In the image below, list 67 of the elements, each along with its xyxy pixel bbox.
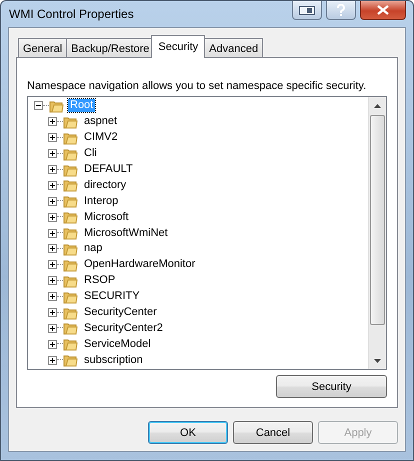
help-icon — [336, 4, 346, 16]
folder-icon — [63, 258, 78, 272]
scroll-up-icon[interactable] — [374, 104, 381, 108]
expand-icon[interactable] — [48, 228, 57, 238]
dialog-button[interactable]: OK — [148, 421, 228, 444]
folder-icon — [63, 353, 78, 368]
scrollbar[interactable] — [368, 97, 386, 369]
tree-item[interactable]: OpenHardwareMonitor — [82, 258, 198, 272]
tree-item[interactable]: SECURITY — [82, 290, 142, 304]
expand-icon[interactable] — [48, 324, 57, 333]
folder-icon — [63, 210, 78, 224]
expand-icon[interactable] — [48, 260, 57, 270]
expand-icon[interactable] — [48, 212, 57, 222]
tree-item[interactable]: Interop — [82, 194, 120, 208]
tree-item[interactable]: SecurityCenter2 — [82, 322, 165, 335]
collapse-icon[interactable] — [34, 101, 43, 110]
expand-icon[interactable] — [48, 244, 57, 254]
folder-icon — [63, 321, 78, 336]
close-icon — [377, 5, 389, 15]
tree-item[interactable]: nap — [82, 242, 104, 256]
tree-item[interactable]: directory — [82, 178, 128, 192]
tree-item[interactable]: MicrosoftWmiNet — [82, 226, 170, 240]
folder-icon — [63, 274, 78, 288]
tree-item[interactable]: subscription — [82, 354, 145, 367]
tab[interactable]: General — [18, 38, 68, 58]
tree-item[interactable]: CIMV2 — [82, 131, 120, 144]
folder-icon — [63, 130, 78, 145]
tree-item[interactable]: Microsoft — [82, 210, 131, 224]
help-button[interactable] — [326, 1, 356, 20]
expand-icon[interactable] — [48, 196, 57, 206]
expand-icon[interactable] — [48, 276, 57, 286]
expand-icon[interactable] — [48, 180, 57, 190]
description-text: Namespace navigation allows you to set namespace specific security. — [27, 80, 366, 92]
expand-icon[interactable] — [48, 133, 57, 142]
security-button[interactable]: Security — [276, 375, 387, 398]
context-icon — [299, 6, 315, 14]
window-button[interactable] — [292, 1, 322, 20]
window-title: WMI Control Properties — [8, 7, 134, 21]
expand-icon[interactable] — [48, 165, 57, 174]
expand-icon[interactable] — [48, 292, 57, 302]
expand-icon[interactable] — [48, 117, 57, 126]
tab[interactable]: Advanced — [204, 38, 264, 58]
tree-item[interactable]: RSOP — [82, 274, 118, 288]
folder-icon — [63, 114, 78, 129]
folder-icon — [63, 178, 78, 192]
tree-item[interactable]: SecurityCenter — [82, 306, 159, 320]
folder-icon — [63, 337, 78, 352]
folder-icon — [63, 162, 78, 176]
folder-icon — [63, 226, 78, 240]
tab[interactable]: Security — [151, 35, 206, 58]
tree-item[interactable]: Cli — [82, 147, 99, 160]
tree-item[interactable]: DEFAULT — [82, 163, 135, 176]
folder-icon — [63, 306, 78, 320]
dialog-button[interactable]: Cancel — [233, 421, 313, 444]
folder-icon — [49, 98, 64, 113]
tree-item[interactable]: ServiceModel — [82, 338, 153, 351]
scroll-down-icon[interactable] — [374, 358, 381, 362]
expand-icon[interactable] — [48, 308, 57, 318]
expand-icon[interactable] — [48, 356, 57, 365]
tree-item[interactable]: aspnet — [82, 115, 120, 128]
folder-icon — [63, 242, 78, 256]
folder-icon — [63, 146, 78, 161]
expand-icon[interactable] — [48, 149, 57, 158]
folder-icon — [63, 194, 78, 208]
expand-icon[interactable] — [48, 340, 57, 349]
folder-icon — [63, 290, 78, 304]
close-button[interactable] — [360, 1, 406, 20]
